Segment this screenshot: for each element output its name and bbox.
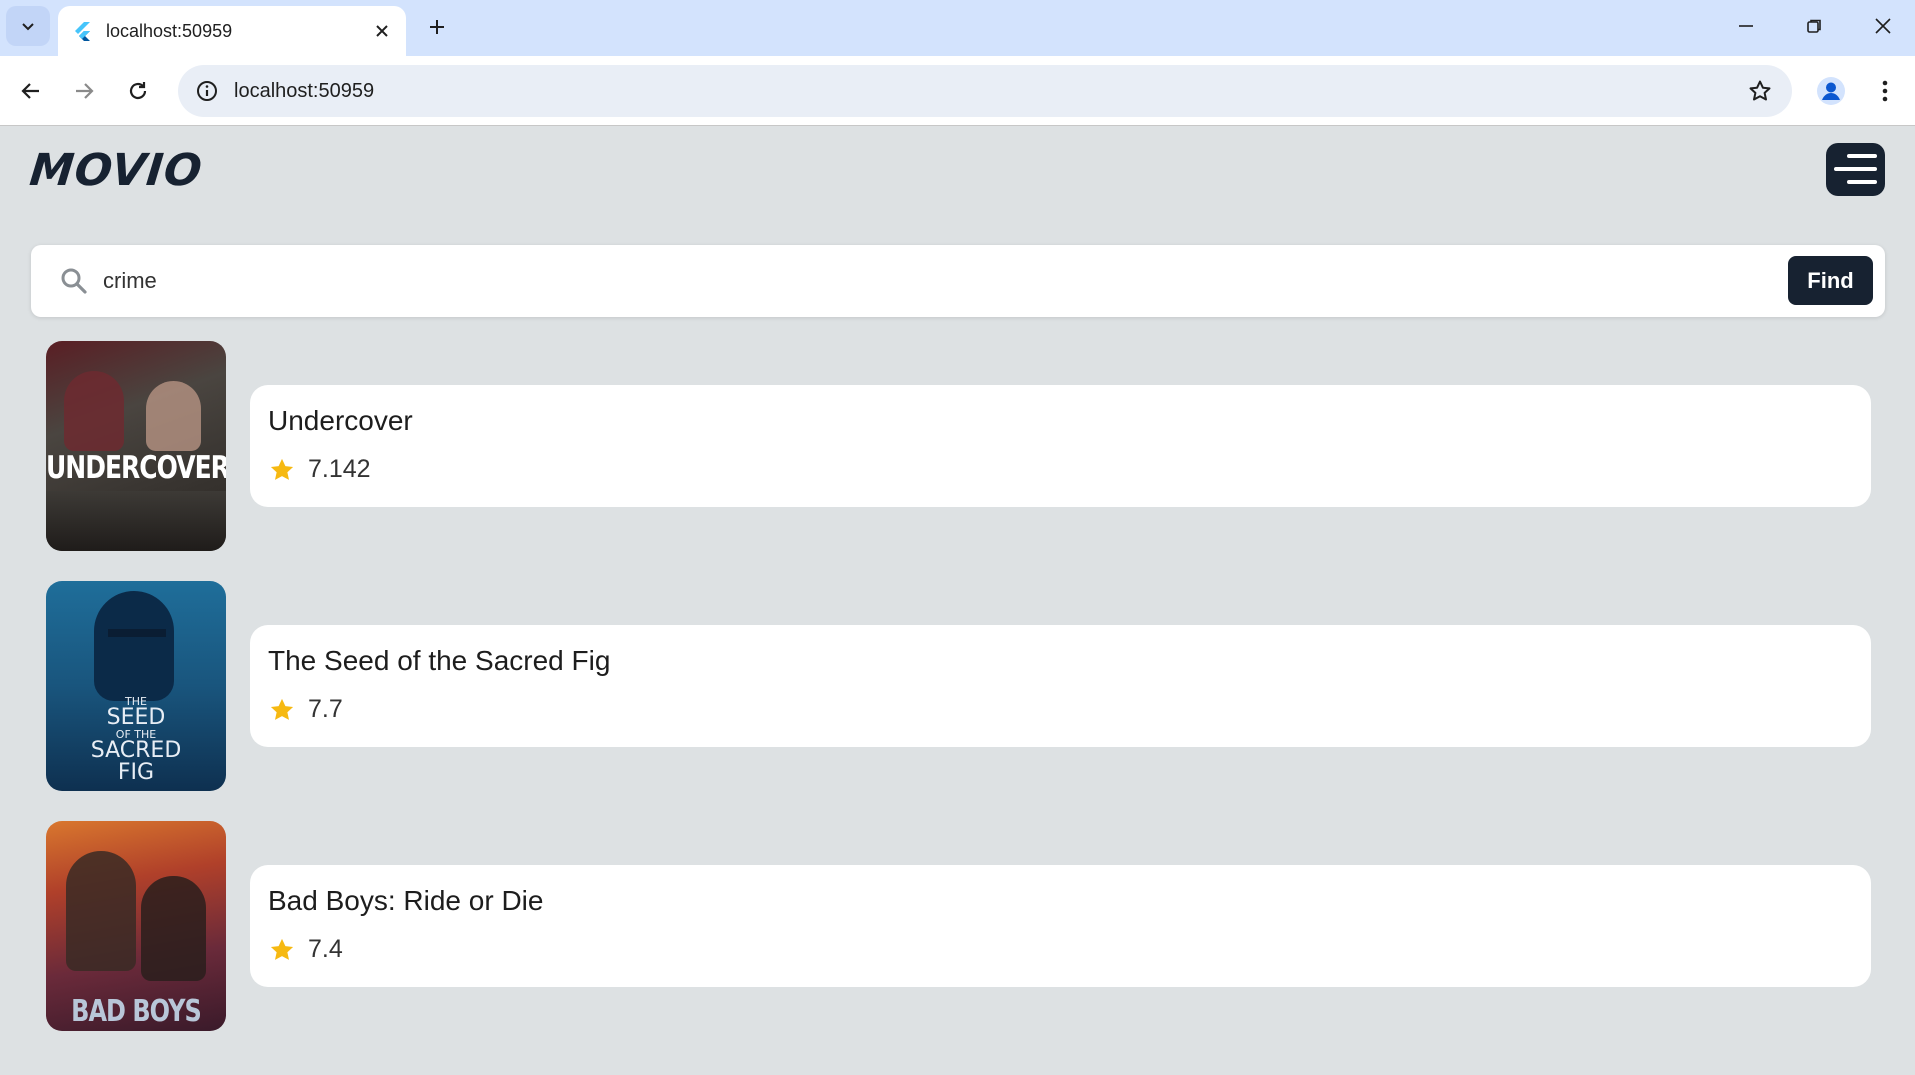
search-input[interactable] xyxy=(103,263,1403,299)
poster-title-text: UNDERCOVER xyxy=(46,449,226,486)
rating-value: 7.4 xyxy=(308,935,343,963)
forward-icon xyxy=(76,83,94,99)
forward-button[interactable] xyxy=(63,70,105,112)
back-icon xyxy=(21,83,39,99)
movie-info-card[interactable]: The Seed of the Sacred Fig 7.7 xyxy=(250,625,1871,747)
tab-search-button[interactable] xyxy=(6,6,50,46)
browser-tab[interactable]: localhost:50959 xyxy=(58,6,406,56)
plus-icon xyxy=(430,20,444,34)
app-page: MOVIO Find UNDERCOVER Undercover 7.142 xyxy=(0,127,1915,1075)
reload-button[interactable] xyxy=(117,70,159,112)
close-tab-button[interactable] xyxy=(368,17,396,45)
search-icon xyxy=(61,268,87,294)
minimize-icon xyxy=(1739,25,1753,27)
poster-title-text: SEED xyxy=(106,705,166,730)
star-icon xyxy=(270,938,294,960)
movie-result-item[interactable]: UNDERCOVER Undercover 7.142 xyxy=(46,341,1871,551)
movie-rating: 7.142 xyxy=(268,455,371,484)
poster-title-text: BAD BOYS xyxy=(71,993,202,1029)
movie-info-card[interactable]: Bad Boys: Ride or Die 7.4 xyxy=(250,865,1871,987)
movie-poster[interactable]: UNDERCOVER xyxy=(46,341,226,551)
star-icon xyxy=(270,698,294,720)
star-icon xyxy=(270,458,294,480)
browser-menu-button[interactable] xyxy=(1864,70,1906,112)
movie-result-item[interactable]: THE SEED OF THE SACRED FIG The Seed of t… xyxy=(46,581,1871,791)
movie-poster[interactable]: BAD BOYS xyxy=(46,821,226,1031)
info-icon[interactable] xyxy=(192,76,222,106)
browser-tab-strip: localhost:50959 xyxy=(0,0,1915,56)
new-tab-button[interactable] xyxy=(420,10,454,44)
star-outline-icon xyxy=(1749,80,1771,101)
app-logo: MOVIO xyxy=(27,145,206,196)
back-button[interactable] xyxy=(10,70,52,112)
close-icon xyxy=(1875,18,1891,34)
tab-title: localhost:50959 xyxy=(106,20,233,41)
reload-icon xyxy=(129,82,147,100)
poster-title-text: SACRED xyxy=(90,738,182,763)
close-icon xyxy=(376,25,388,37)
movie-title: The Seed of the Sacred Fig xyxy=(268,645,611,676)
bookmark-button[interactable] xyxy=(1742,73,1778,109)
chevron-down-icon xyxy=(22,23,34,31)
movie-title: Undercover xyxy=(268,405,413,436)
profile-button[interactable] xyxy=(1810,70,1852,112)
profile-icon xyxy=(1817,77,1845,105)
minimize-button[interactable] xyxy=(1718,6,1774,46)
restore-icon xyxy=(1807,19,1821,33)
close-window-button[interactable] xyxy=(1855,6,1911,46)
flutter-icon xyxy=(72,21,92,41)
movie-rating: 7.4 xyxy=(268,935,343,964)
rating-value: 7.7 xyxy=(308,695,343,723)
url-text: localhost:50959 xyxy=(234,79,375,102)
kebab-icon xyxy=(1882,80,1888,102)
movie-rating: 7.7 xyxy=(268,695,343,724)
rating-value: 7.142 xyxy=(308,455,371,483)
poster-title-text: FIG xyxy=(117,760,155,785)
menu-button[interactable] xyxy=(1826,143,1885,196)
find-button[interactable]: Find xyxy=(1788,256,1873,305)
movie-result-item[interactable]: BAD BOYS Bad Boys: Ride or Die 7.4 xyxy=(46,821,1871,1031)
browser-toolbar: localhost:50959 xyxy=(0,56,1915,126)
search-bar: Find xyxy=(31,245,1885,317)
restore-button[interactable] xyxy=(1786,6,1842,46)
movie-info-card[interactable]: Undercover 7.142 xyxy=(250,385,1871,507)
movie-title: Bad Boys: Ride or Die xyxy=(268,885,544,916)
movie-poster[interactable]: THE SEED OF THE SACRED FIG xyxy=(46,581,226,791)
address-bar[interactable]: localhost:50959 xyxy=(178,65,1792,117)
